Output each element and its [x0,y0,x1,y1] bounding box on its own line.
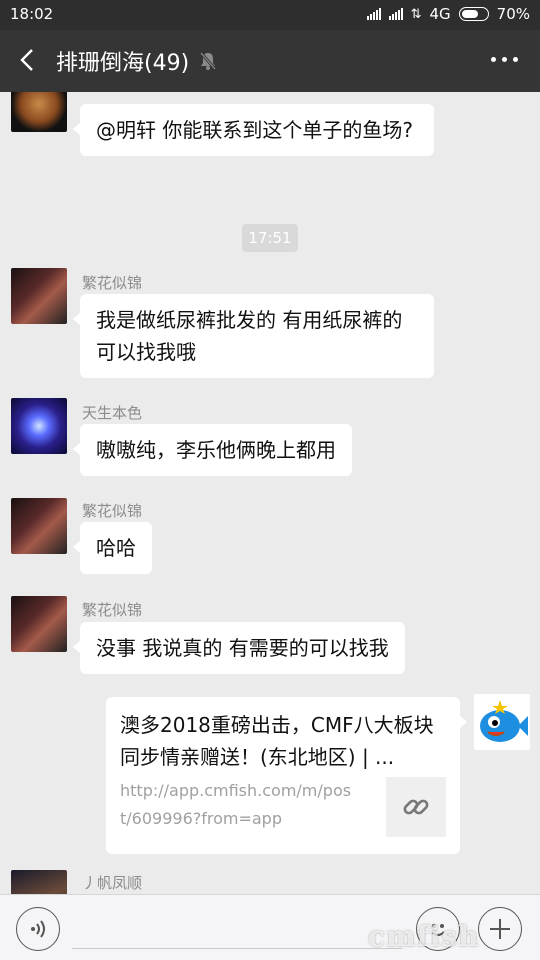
avatar[interactable] [11,498,67,554]
sender-name: 繁花似锦 [82,601,143,619]
sender-name: 丿帆凤顺 [82,874,143,892]
sender-name: 繁花似锦 [82,502,143,520]
signal-icon [366,8,381,20]
mute-bell-icon [198,51,218,71]
signal-icon-2 [388,8,403,20]
message-input[interactable] [72,909,402,949]
chat-header: 排珊倒海(49) [0,30,540,92]
back-icon[interactable] [14,46,42,74]
avatar[interactable] [11,398,67,454]
data-arrows-icon: ⇅ [410,6,422,22]
message-bubble[interactable]: 我是做纸尿裤批发的 有用纸尿裤的可以找我哦 [73,294,434,378]
message-bubble[interactable]: 没事 我说真的 有需要的可以找我 [73,622,405,674]
battery-percent: 70% [496,5,530,23]
avatar[interactable] [11,92,67,132]
message-bubble[interactable]: 哈哈 [73,522,152,574]
plus-icon[interactable] [478,907,522,951]
status-time: 18:02 [10,5,54,23]
chat-title: 排珊倒海(49) [56,51,190,76]
sender-name: 繁花似锦 [82,274,143,292]
more-options-icon[interactable] [491,57,518,62]
status-bar: 18:02 ⇅ 4G 70% [0,0,540,30]
avatar[interactable] [11,268,67,324]
link-title: 澳多2018重磅出击，CMF八大板块同步情亲赠送！(东北地区) | ... [120,713,434,769]
message-bubble[interactable]: 嗷嗷纯，李乐他俩晚上都用 [73,424,352,476]
sender-name: 天生本色 [82,404,143,422]
battery-icon [458,7,489,21]
network-type: 4G [429,5,451,23]
status-icons: ⇅ 4G 70% [366,5,530,23]
watermark: cmfish [368,920,480,953]
link-icon [386,777,446,837]
link-card[interactable]: 澳多2018重磅出击，CMF八大板块同步情亲赠送！(东北地区) | ... ht… [106,697,467,854]
my-avatar[interactable] [474,694,530,750]
chat-list[interactable]: @明轩 你能联系到这个单子的鱼场? 17:51 繁花似锦 我是做纸尿裤批发的 有… [0,92,540,894]
avatar[interactable] [11,596,67,652]
timestamp: 17:51 [242,224,298,252]
avatar[interactable] [11,870,67,894]
link-url: http://app.cmfish.com/m/post/609996?from… [120,781,352,828]
message-bubble[interactable]: @明轩 你能联系到这个单子的鱼场? [73,104,434,156]
voice-icon[interactable] [16,907,60,951]
